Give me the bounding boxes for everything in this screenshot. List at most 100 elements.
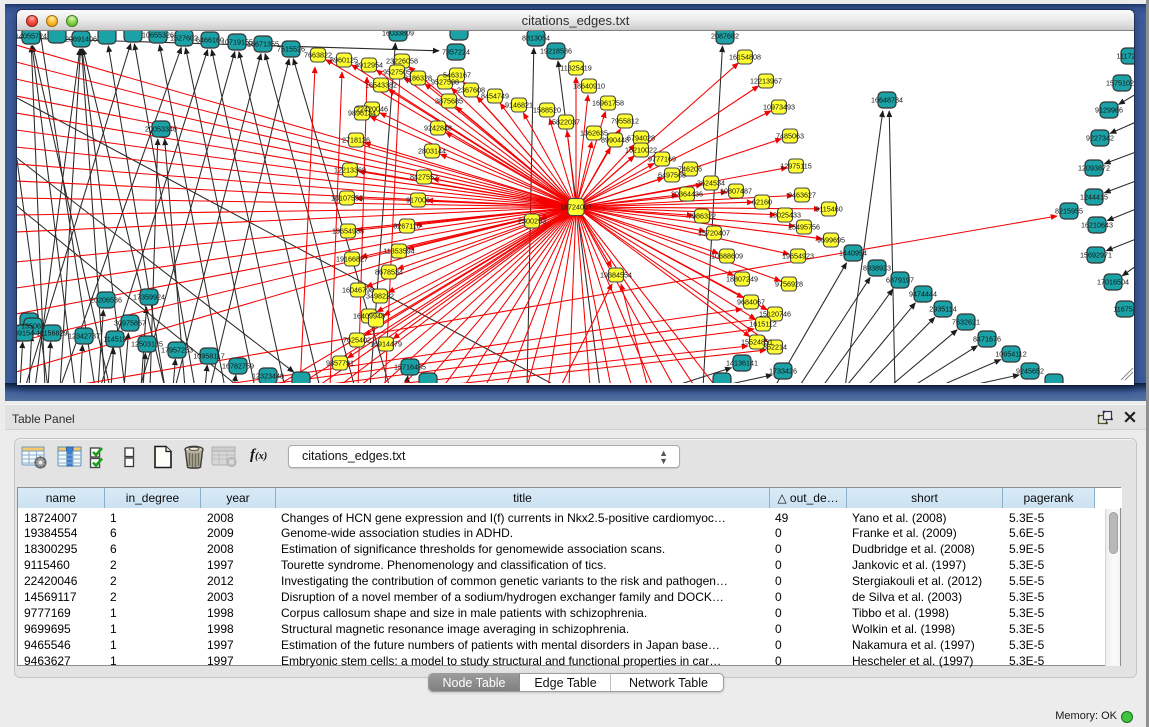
svg-text:16961758: 16961758 — [592, 98, 624, 107]
svg-text:8678534: 8678534 — [375, 267, 403, 276]
svg-text:5822037: 5822037 — [552, 117, 580, 126]
svg-text:7663822: 7663822 — [304, 50, 332, 59]
svg-text:1527602: 1527602 — [170, 33, 198, 42]
svg-text:6497568: 6497568 — [658, 170, 686, 179]
svg-text:15495756: 15495756 — [788, 222, 820, 231]
svg-text:15720407: 15720407 — [698, 228, 730, 237]
svg-text:14055724: 14055724 — [17, 31, 47, 40]
svg-text:917006: 917006 — [406, 195, 430, 204]
svg-text:1733426: 1733426 — [769, 366, 797, 375]
svg-text:1117263: 1117263 — [1117, 51, 1134, 60]
svg-text:11156829: 11156829 — [37, 328, 68, 337]
svg-text:16782759: 16782759 — [222, 361, 254, 370]
svg-text:20206536: 20206536 — [90, 295, 122, 304]
svg-text:10025433: 10025433 — [769, 210, 801, 219]
svg-text:9245652: 9245652 — [1016, 366, 1044, 375]
svg-text:19166827: 19166827 — [336, 254, 368, 263]
svg-text:16210022: 16210022 — [625, 145, 657, 154]
svg-text:23226058: 23226058 — [386, 56, 418, 65]
svg-text:8813054: 8813054 — [522, 33, 550, 42]
svg-text:9756928: 9756928 — [775, 279, 803, 288]
svg-text:7485063: 7485063 — [776, 131, 804, 140]
svg-text:2300293: 2300293 — [518, 216, 546, 225]
svg-text:16107553: 16107553 — [331, 193, 363, 202]
svg-text:19218586: 19218586 — [540, 46, 572, 55]
svg-text:7632621: 7632621 — [952, 317, 980, 326]
svg-text:352214: 352214 — [763, 342, 787, 351]
svg-text:30975867: 30975867 — [114, 318, 146, 327]
svg-text:20364436: 20364436 — [671, 189, 703, 198]
svg-text:8471676: 8471676 — [973, 334, 1001, 343]
svg-text:18724007: 18724007 — [560, 202, 592, 211]
svg-text:11325419: 11325419 — [560, 63, 591, 72]
svg-text:20053346: 20053346 — [145, 124, 177, 133]
svg-text:9146821: 9146821 — [505, 100, 533, 109]
svg-text:8454749: 8454749 — [481, 91, 509, 100]
svg-text:10973493: 10973493 — [763, 102, 795, 111]
svg-text:15120746: 15120746 — [759, 309, 791, 318]
svg-text:12975115: 12975115 — [780, 161, 811, 170]
svg-text:9227342: 9227342 — [1086, 133, 1114, 142]
svg-text:1440954: 1440954 — [839, 248, 867, 257]
svg-text:6794028: 6794028 — [627, 133, 655, 142]
svg-text:114519: 114519 — [103, 334, 126, 343]
svg-text:18640910: 18640910 — [573, 81, 605, 90]
svg-text:2935114: 2935114 — [929, 304, 956, 313]
svg-text:16543382: 16543382 — [365, 80, 397, 89]
svg-text:7955812: 7955812 — [611, 116, 639, 125]
svg-text:16409948: 16409948 — [353, 311, 385, 320]
svg-text:9896134: 9896134 — [348, 108, 376, 117]
svg-text:15692971: 15692971 — [1080, 250, 1112, 259]
svg-text:9129966: 9129966 — [1095, 105, 1123, 114]
svg-text:16033809: 16033809 — [382, 31, 414, 37]
svg-text:16210643: 16210643 — [1081, 220, 1113, 229]
svg-text:116753: 116753 — [1113, 304, 1134, 313]
svg-text:2718126: 2718126 — [342, 135, 370, 144]
svg-text:8912954: 8912954 — [355, 60, 383, 69]
svg-text:8427552: 8427552 — [410, 172, 438, 181]
svg-text:17957253: 17957253 — [161, 345, 193, 354]
svg-text:7357224: 7357224 — [442, 47, 470, 56]
svg-text:10958117: 10958117 — [193, 351, 224, 360]
svg-text:2087682: 2087682 — [711, 31, 739, 40]
svg-text:3498222: 3498222 — [366, 291, 394, 300]
svg-text:15716485: 15716485 — [394, 362, 426, 371]
svg-text:19654923: 19654923 — [782, 251, 814, 260]
svg-text:39154: 39154 — [17, 328, 34, 337]
svg-text:12323448: 12323448 — [252, 371, 284, 380]
svg-text:8938923: 8938923 — [863, 263, 891, 272]
svg-text:2803144: 2803144 — [418, 146, 446, 155]
svg-text:12213369: 12213369 — [334, 165, 366, 174]
svg-text:19384554: 19384554 — [600, 270, 632, 279]
svg-text:12093872: 12093872 — [1078, 163, 1110, 172]
svg-text:8186328: 8186328 — [404, 73, 432, 82]
svg-text:1244415: 1244415 — [1080, 192, 1108, 201]
svg-text:16154808: 16154808 — [729, 52, 761, 61]
svg-text:9857791: 9857791 — [326, 358, 354, 367]
svg-text:9115460: 9115460 — [815, 204, 842, 213]
svg-text:8990448: 8990448 — [601, 135, 629, 144]
svg-text:1588520: 1588520 — [533, 105, 561, 114]
svg-text:10688609: 10688609 — [711, 251, 743, 260]
svg-text:3875685: 3875685 — [435, 96, 463, 105]
svg-text:14136141: 14136141 — [726, 358, 758, 367]
svg-text:9474444: 9474444 — [909, 289, 937, 298]
svg-text:12342737: 12342737 — [68, 331, 100, 340]
svg-text:8960125: 8960125 — [330, 55, 358, 64]
svg-text:17359924: 17359924 — [133, 292, 165, 301]
svg-text:7515526: 7515526 — [277, 44, 305, 53]
svg-text:11353594: 11353594 — [383, 246, 414, 255]
svg-text:20691406: 20691406 — [65, 34, 97, 43]
svg-text:12503135: 12503135 — [131, 339, 163, 348]
svg-text:18807249: 18807249 — [726, 274, 758, 283]
svg-text:16648784: 16648784 — [871, 95, 903, 104]
svg-text:9684067: 9684067 — [737, 297, 765, 306]
svg-text:5463167: 5463167 — [443, 70, 471, 79]
svg-text:9463627: 9463627 — [788, 190, 816, 199]
svg-text:9242848: 9242848 — [424, 123, 452, 132]
svg-text:6879197: 6879197 — [886, 275, 914, 284]
svg-text:7625402: 7625402 — [343, 335, 371, 344]
svg-text:16671355: 16671355 — [247, 39, 279, 48]
svg-text:15751024: 15751024 — [1106, 78, 1134, 87]
svg-text:16914479: 16914479 — [370, 339, 402, 348]
